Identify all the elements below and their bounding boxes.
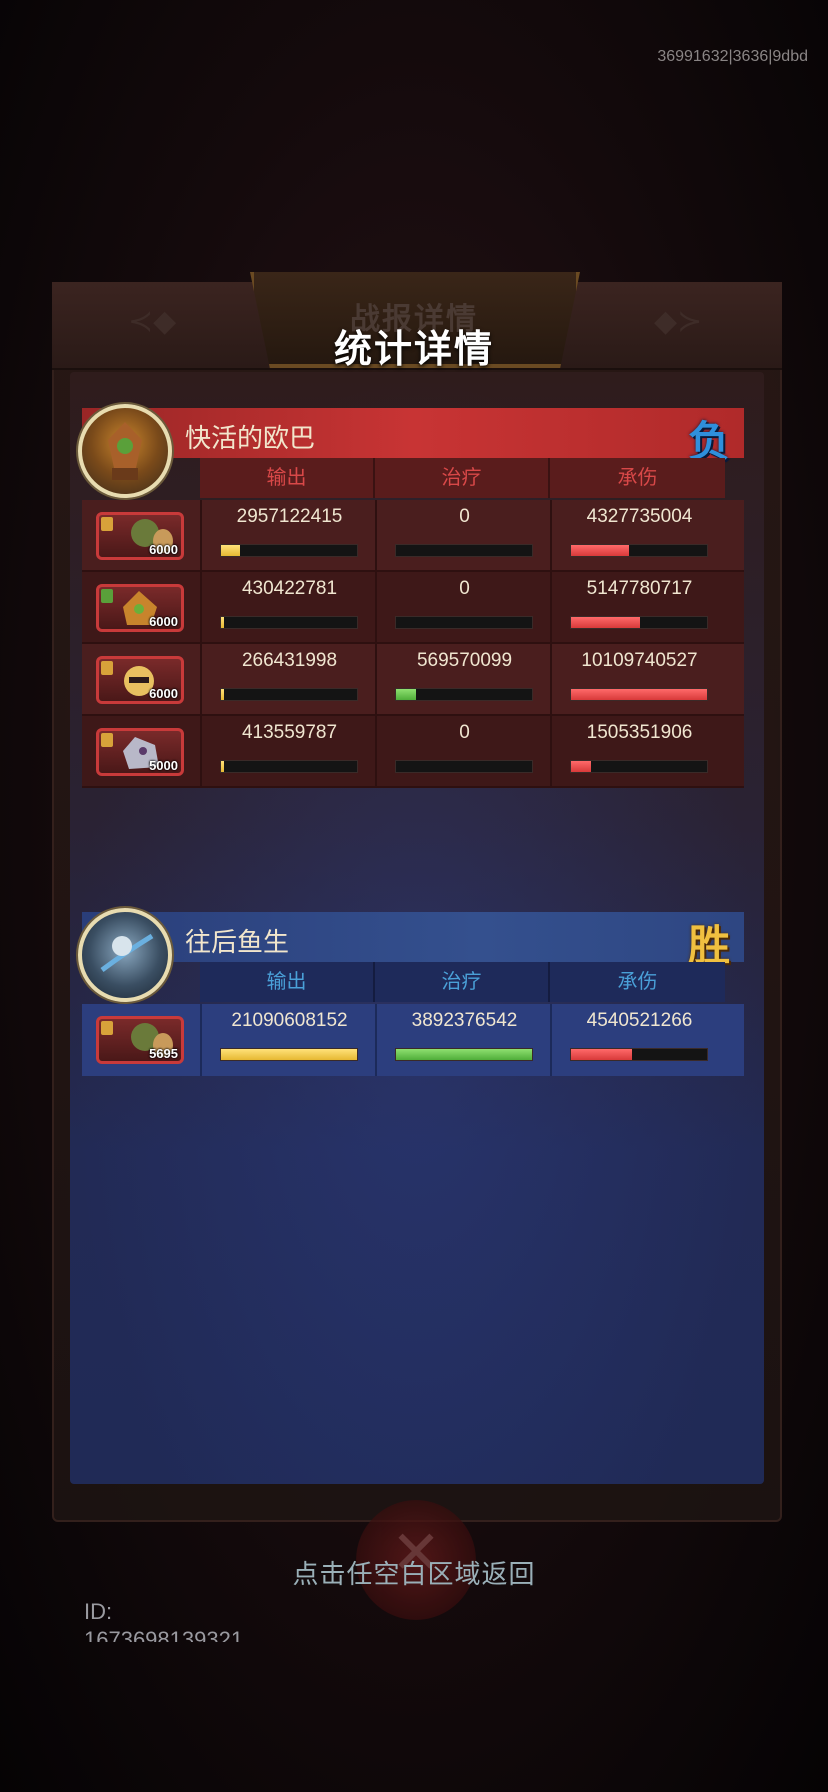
column-header-heal: 治疗 — [375, 458, 550, 498]
user-id: ID: 1673698139321 — [84, 1598, 243, 1642]
team-name: 往后鱼生 — [185, 927, 290, 957]
heal-value: 569570099 — [416, 650, 513, 671]
tank-bar — [570, 1048, 708, 1061]
hero-row: 6000 430422781 0 5147780717 — [82, 572, 744, 644]
output-value: 430422781 — [241, 578, 338, 599]
hero-portrait[interactable]: 6000 — [96, 656, 184, 704]
output-bar-fill — [221, 689, 224, 700]
tank-value: 5147780717 — [586, 578, 693, 599]
output-cell: 413559787 — [200, 716, 375, 788]
tank-value: 1505351906 — [586, 722, 693, 743]
output-cell: 21090608152 — [200, 1004, 375, 1076]
hero-level: 6000 — [149, 614, 178, 629]
heal-cell: 3892376542 — [375, 1004, 550, 1076]
heal-cell: 0 — [375, 500, 550, 572]
team-header: 往后鱼生 胜 — [82, 912, 744, 969]
tank-cell: 4540521266 — [550, 1004, 725, 1076]
team-header: 快活的欧巴 负 — [82, 408, 744, 465]
hero-row: 5695 21090608152 3892376542 4540521266 — [82, 1004, 744, 1076]
hero-tag-icon — [101, 661, 113, 675]
output-value: 266431998 — [241, 650, 338, 671]
heal-cell: 0 — [375, 716, 550, 788]
user-id-label: ID: — [84, 1599, 113, 1624]
hero-row: 5000 413559787 0 1505351906 — [82, 716, 744, 788]
heal-bar-fill — [396, 1049, 532, 1060]
heal-value: 0 — [459, 506, 470, 527]
hero-level: 6000 — [149, 542, 178, 557]
player-avatar[interactable] — [78, 404, 172, 498]
user-id-value: 1673698139321 — [84, 1627, 244, 1642]
tank-value: 4540521266 — [586, 1010, 693, 1031]
tank-bar-fill — [571, 545, 630, 556]
hero-level: 5000 — [149, 758, 178, 773]
tank-cell: 10109740527 — [550, 644, 725, 716]
tank-cell: 4327735004 — [550, 500, 725, 572]
heal-bar — [395, 544, 533, 557]
output-cell: 266431998 — [200, 644, 375, 716]
hero-portrait[interactable]: 5000 — [96, 728, 184, 776]
hero-tag-icon — [101, 1021, 113, 1035]
hero-level: 5695 — [149, 1046, 178, 1061]
heal-cell: 569570099 — [375, 644, 550, 716]
output-value: 2957122415 — [236, 506, 343, 527]
tank-bar-fill — [571, 761, 592, 772]
tank-cell: 5147780717 — [550, 572, 725, 644]
heal-cell: 0 — [375, 572, 550, 644]
tank-bar — [570, 760, 708, 773]
team-name: 快活的欧巴 — [185, 423, 316, 453]
heal-value: 0 — [459, 578, 470, 599]
hero-level: 6000 — [149, 686, 178, 701]
tank-value: 4327735004 — [586, 506, 693, 527]
tank-bar — [570, 616, 708, 629]
output-cell: 2957122415 — [200, 500, 375, 572]
hero-row: 6000 2957122415 0 4327735004 — [82, 500, 744, 572]
player-avatar[interactable] — [78, 908, 172, 1002]
build-id-label: 36991632|3636|9dbd — [657, 48, 808, 65]
tank-bar — [570, 688, 708, 701]
output-bar-fill — [221, 1049, 357, 1060]
output-bar — [220, 1048, 358, 1061]
output-cell: 430422781 — [200, 572, 375, 644]
hero-portrait[interactable]: 5695 — [96, 1016, 184, 1064]
hero-tag-icon — [101, 733, 113, 747]
output-value: 21090608152 — [231, 1010, 348, 1031]
output-bar — [220, 544, 358, 557]
page-title: 统计详情 — [333, 329, 494, 371]
tank-value: 10109740527 — [581, 650, 698, 671]
tank-bar-fill — [571, 617, 641, 628]
tank-bar — [570, 544, 708, 557]
column-header-output: 输出 — [200, 962, 375, 1002]
heal-bar — [395, 1048, 533, 1061]
heal-value: 0 — [459, 722, 470, 743]
tank-bar-fill — [571, 1049, 633, 1060]
output-bar-fill — [221, 617, 224, 628]
output-bar — [220, 760, 358, 773]
hero-row: 6000 266431998 569570099 10109740527 — [82, 644, 744, 716]
hero-tag-icon — [101, 517, 113, 531]
heal-bar — [395, 616, 533, 629]
column-header-tank: 承伤 — [550, 962, 725, 1002]
hero-tag-icon — [101, 589, 113, 603]
heal-bar — [395, 760, 533, 773]
column-header-tank: 承伤 — [550, 458, 725, 498]
heal-bar — [395, 688, 533, 701]
tank-cell: 1505351906 — [550, 716, 725, 788]
back-hint[interactable]: 点击任空白区域返回 — [0, 1554, 828, 1591]
hero-portrait[interactable]: 6000 — [96, 512, 184, 560]
output-bar — [220, 688, 358, 701]
column-header-heal: 治疗 — [375, 962, 550, 1002]
heal-value: 3892376542 — [411, 1010, 518, 1031]
tank-bar-fill — [571, 689, 707, 700]
output-value: 413559787 — [241, 722, 338, 743]
output-bar — [220, 616, 358, 629]
column-header-output: 输出 — [200, 458, 375, 498]
output-bar-fill — [221, 761, 224, 772]
output-bar-fill — [221, 545, 241, 556]
heal-bar-fill — [396, 689, 417, 700]
hero-portrait[interactable]: 6000 — [96, 584, 184, 632]
